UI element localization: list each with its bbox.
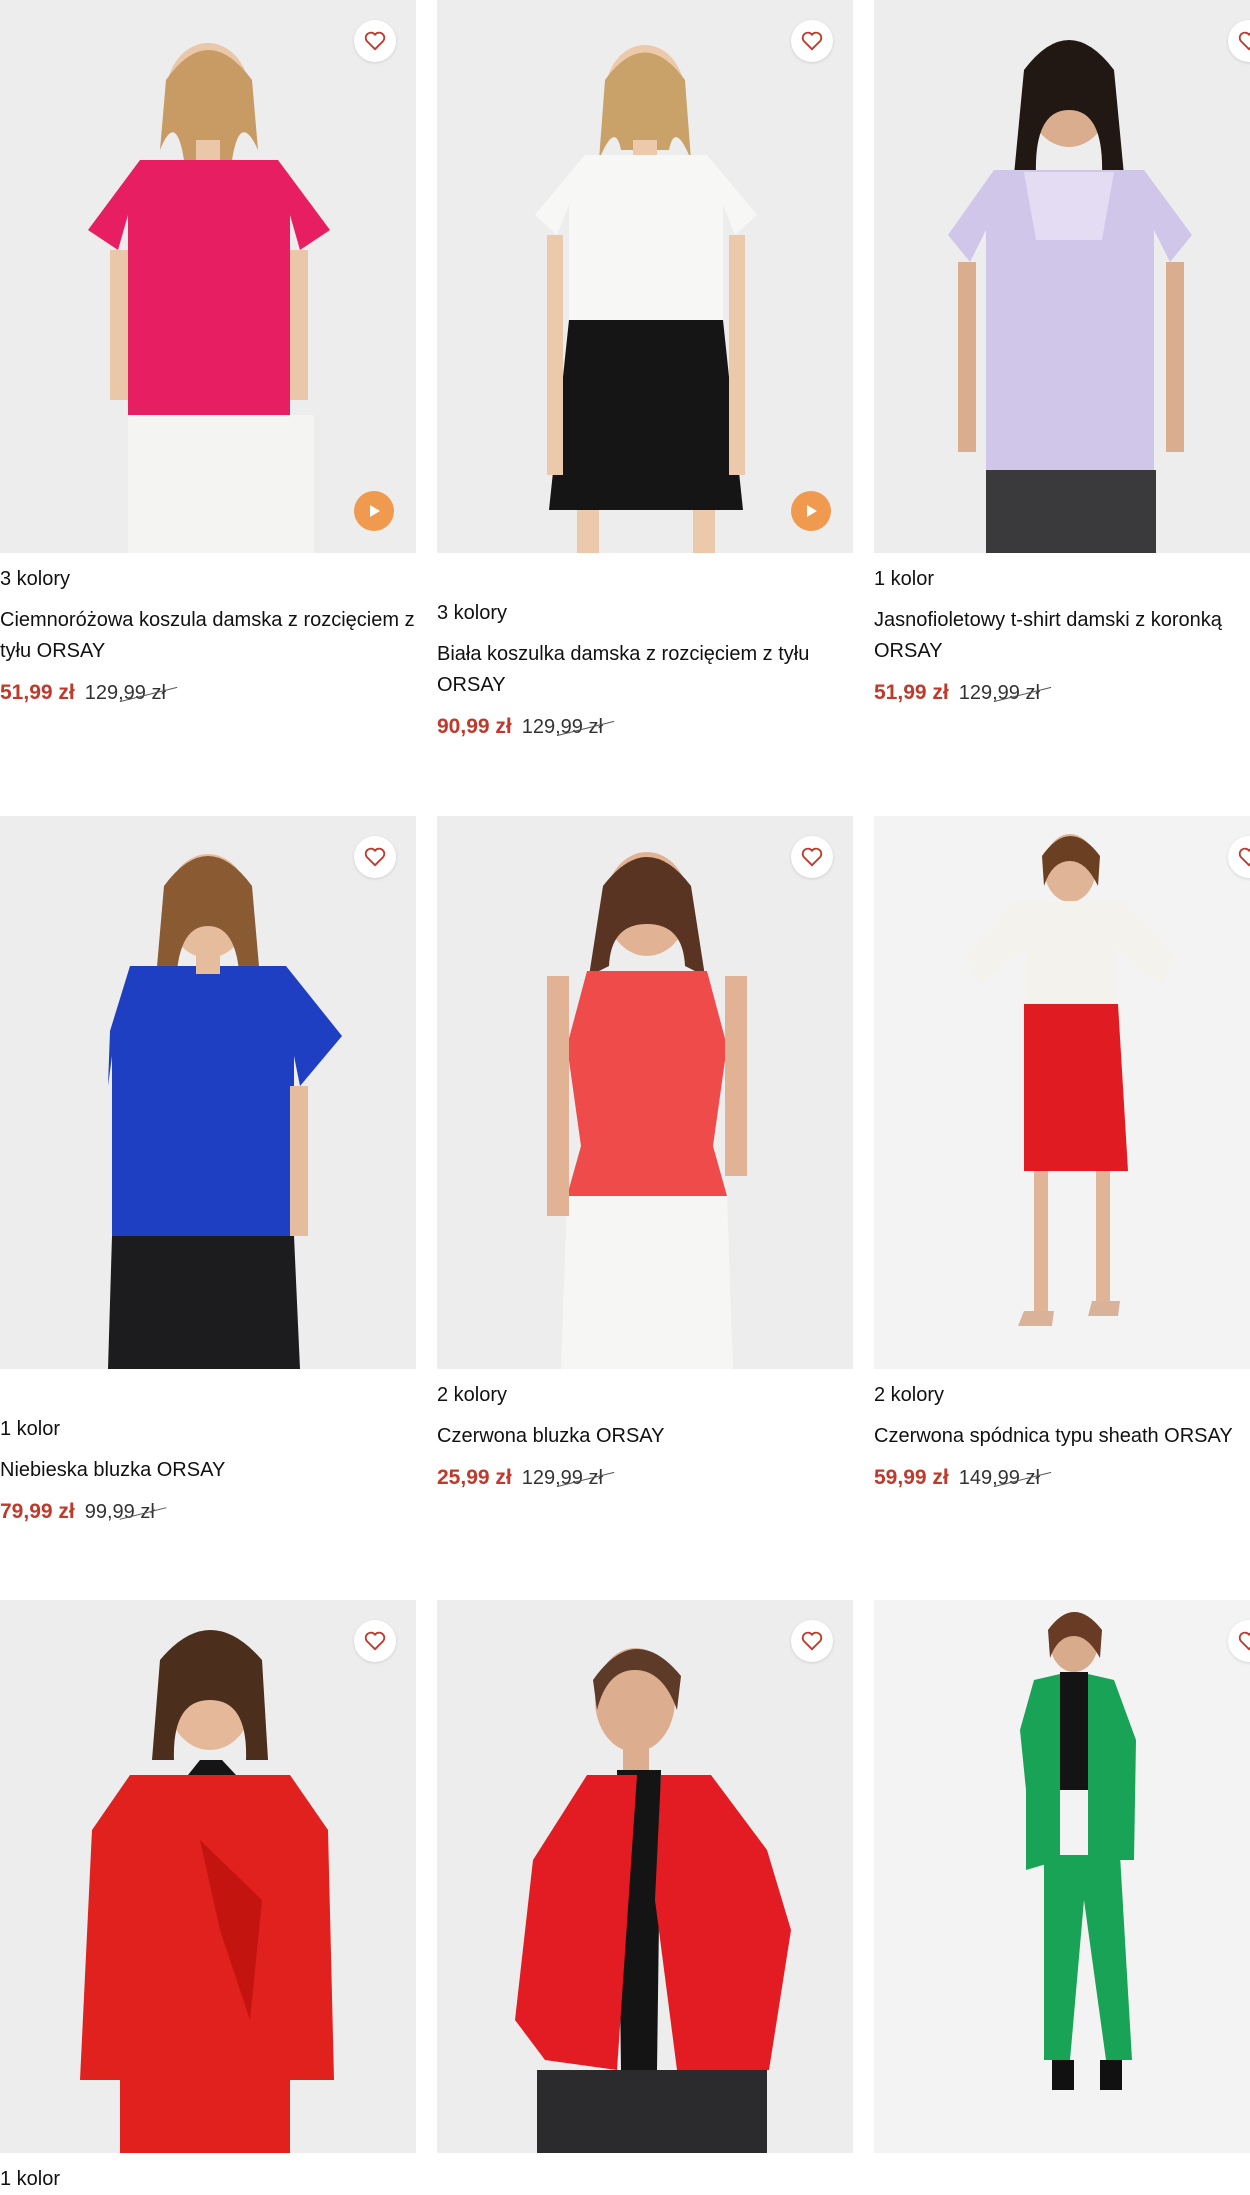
- original-price: 99,99 zł: [84, 1501, 155, 1523]
- product-card[interactable]: [874, 1600, 1250, 2153]
- product-title[interactable]: Ciemnoróżowa koszula damska z rozcięciem…: [0, 605, 416, 667]
- play-icon: [807, 505, 817, 517]
- sale-price: 59,99 zł: [874, 1466, 949, 1489]
- product-card[interactable]: 2 kolory Czerwona spódnica typu sheath O…: [874, 816, 1250, 1490]
- product-info: 2 kolory Czerwona spódnica typu sheath O…: [874, 1369, 1250, 1490]
- product-grid: 3 kolory Ciemnoróżowa koszula damska z r…: [0, 0, 1250, 2195]
- color-count: 2 kolory: [874, 1384, 945, 1406]
- product-card[interactable]: 1 kolor: [0, 1600, 416, 2191]
- original-price: 129,99 zł: [84, 682, 166, 704]
- model-photo: [80, 1630, 334, 2153]
- color-count: 1 kolor: [874, 568, 935, 590]
- favorite-button[interactable]: [791, 1620, 833, 1662]
- product-card[interactable]: 2 kolory Czerwona bluzka ORSAY 25,99 zł …: [437, 816, 853, 1490]
- sale-price: 79,99 zł: [0, 1500, 75, 1523]
- product-title[interactable]: Niebieska bluzka ORSAY: [0, 1455, 416, 1486]
- product-image[interactable]: [437, 1600, 853, 2153]
- model-photo: [1020, 1612, 1136, 2090]
- heart-icon: [801, 1631, 823, 1651]
- favorite-button[interactable]: [354, 20, 396, 62]
- model-photo: [547, 852, 747, 1369]
- color-count: 3 kolory: [437, 602, 508, 624]
- model-photo: [515, 1648, 791, 2153]
- color-count: 1 kolor: [0, 2168, 61, 2190]
- product-image[interactable]: [874, 0, 1250, 553]
- product-image[interactable]: [437, 816, 853, 1369]
- product-image[interactable]: [874, 1600, 1250, 2153]
- original-price: 129,99 zł: [521, 1467, 603, 1489]
- product-image[interactable]: [437, 0, 853, 553]
- product-card[interactable]: 3 kolory Ciemnoróżowa koszula damska z r…: [0, 0, 416, 705]
- sale-price: 90,99 zł: [437, 715, 512, 738]
- original-price: 129,99 zł: [521, 716, 603, 738]
- heart-icon: [364, 1631, 386, 1651]
- play-video-button[interactable]: [791, 491, 831, 531]
- product-info: 3 kolory Biała koszulka damska z rozcięc…: [437, 553, 853, 739]
- heart-icon: [1238, 1631, 1250, 1651]
- product-info: 3 kolory Ciemnoróżowa koszula damska z r…: [0, 553, 416, 705]
- sale-price: 51,99 zł: [874, 681, 949, 704]
- model-photo: [88, 43, 330, 553]
- heart-icon: [801, 847, 823, 867]
- product-info: 1 kolor Jasnofioletowy t-shirt damski z …: [874, 553, 1250, 705]
- product-title[interactable]: Czerwona spódnica typu sheath ORSAY: [874, 1421, 1250, 1452]
- product-image[interactable]: [0, 0, 416, 553]
- favorite-button[interactable]: [354, 1620, 396, 1662]
- original-price: 129,99 zł: [958, 682, 1040, 704]
- favorite-button[interactable]: [354, 836, 396, 878]
- heart-icon: [801, 31, 823, 51]
- favorite-button[interactable]: [791, 836, 833, 878]
- model-photo: [108, 854, 342, 1369]
- product-card[interactable]: 1 kolor Jasnofioletowy t-shirt damski z …: [874, 0, 1250, 705]
- model-photo: [966, 834, 1174, 1326]
- sale-price: 51,99 zł: [0, 681, 75, 704]
- price-row: 79,99 zł 99,99 zł: [0, 1500, 416, 1524]
- play-icon: [370, 505, 380, 517]
- color-count: 1 kolor: [0, 1418, 61, 1440]
- sale-price: 25,99 zł: [437, 1466, 512, 1489]
- product-info: 2 kolory Czerwona bluzka ORSAY 25,99 zł …: [437, 1369, 853, 1490]
- product-card[interactable]: [437, 1600, 853, 2153]
- price-row: 59,99 zł 149,99 zł: [874, 1466, 1250, 1490]
- original-price: 149,99 zł: [958, 1467, 1040, 1489]
- product-info: 1 kolor: [0, 2153, 416, 2191]
- product-image[interactable]: [0, 1600, 416, 2153]
- model-photo: [948, 40, 1192, 553]
- price-row: 51,99 zł 129,99 zł: [874, 681, 1250, 705]
- heart-icon: [364, 31, 386, 51]
- product-card[interactable]: 1 kolor Niebieska bluzka ORSAY 79,99 zł …: [0, 816, 416, 1524]
- heart-icon: [1238, 31, 1250, 51]
- product-image[interactable]: [874, 816, 1250, 1369]
- heart-icon: [364, 847, 386, 867]
- product-title[interactable]: Czerwona bluzka ORSAY: [437, 1421, 853, 1452]
- product-card[interactable]: 3 kolory Biała koszulka damska z rozcięc…: [437, 0, 853, 739]
- heart-icon: [1238, 847, 1250, 867]
- model-photo: [535, 45, 757, 553]
- play-video-button[interactable]: [354, 491, 394, 531]
- product-image[interactable]: [0, 816, 416, 1369]
- price-row: 51,99 zł 129,99 zł: [0, 681, 416, 705]
- color-count: 3 kolory: [0, 568, 71, 590]
- price-row: 25,99 zł 129,99 zł: [437, 1466, 853, 1490]
- product-info: 1 kolor Niebieska bluzka ORSAY 79,99 zł …: [0, 1369, 416, 1524]
- color-count: 2 kolory: [437, 1384, 508, 1406]
- product-title[interactable]: Jasnofioletowy t-shirt damski z koronką …: [874, 605, 1250, 667]
- favorite-button[interactable]: [791, 20, 833, 62]
- price-row: 90,99 zł 129,99 zł: [437, 715, 853, 739]
- product-title[interactable]: Biała koszulka damska z rozcięciem z tył…: [437, 639, 853, 701]
